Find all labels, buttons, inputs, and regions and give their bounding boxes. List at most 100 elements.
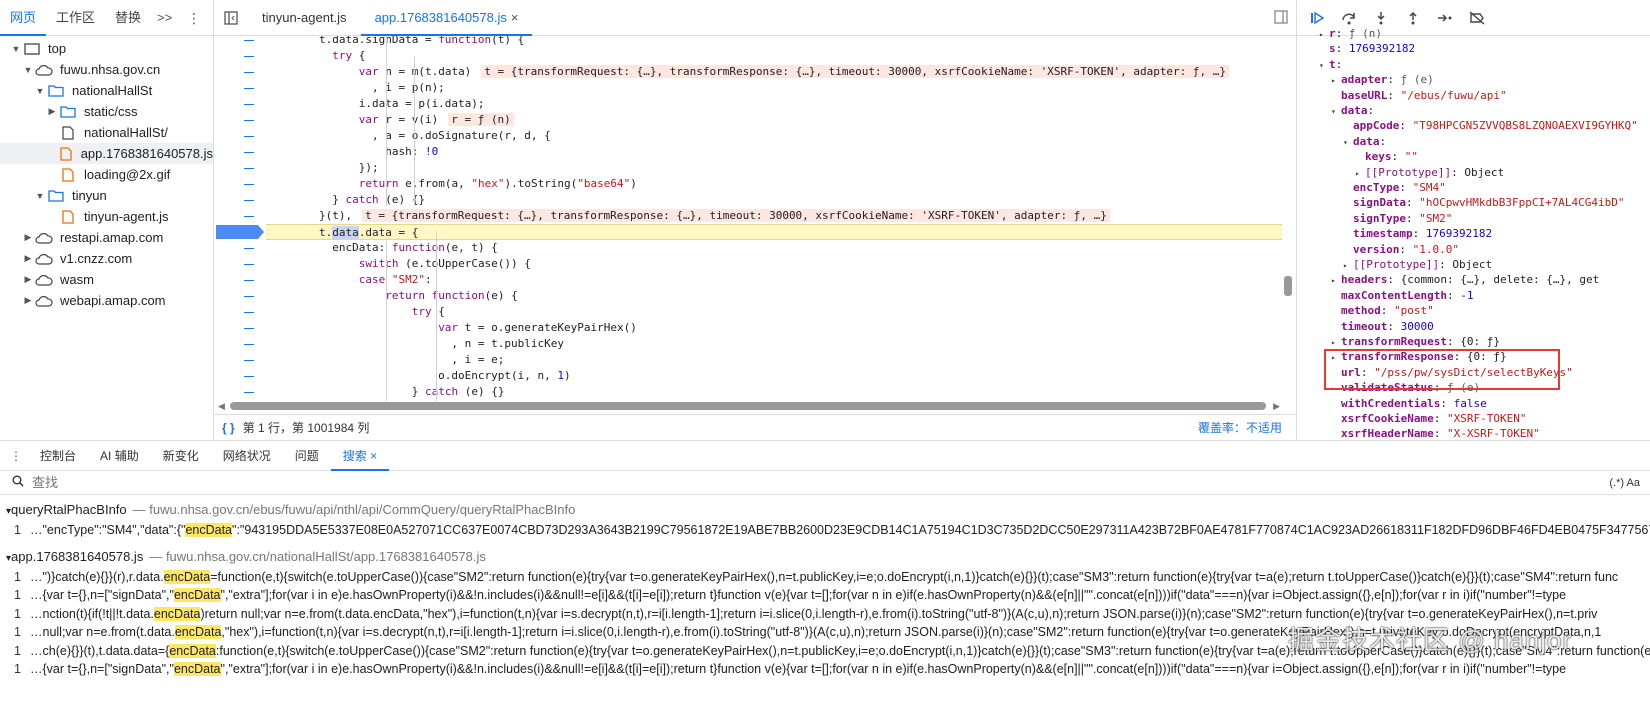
search-result-line[interactable]: 1 …{var t={},n=["signData","encData","ext… — [14, 586, 1650, 604]
search-options[interactable]: (.*) Aa — [1609, 477, 1640, 489]
line-marker — [244, 184, 254, 185]
scope-row[interactable]: signData: "hOCpwvHMkdbB3FppCI+7AL4CG4ibD… — [1343, 195, 1625, 210]
line-gutter[interactable] — [214, 36, 264, 401]
tab-workspace[interactable]: 工作区 — [46, 0, 105, 36]
code-view[interactable]: t.data.signData = function(t) { try { va… — [214, 36, 1296, 401]
expanded-arrow-icon[interactable]: ▼ — [34, 86, 46, 96]
collapsed-arrow-icon[interactable]: ▶ — [22, 232, 34, 243]
line-number: 1 — [14, 625, 21, 639]
coverage-link[interactable]: 覆盖率：不适用 — [1198, 419, 1282, 436]
tree-item-js[interactable]: tinyun-agent.js — [0, 206, 213, 227]
collapsed-arrow-icon[interactable]: ▸ — [1355, 166, 1365, 181]
sidebar-toggle-icon[interactable] — [214, 10, 248, 25]
scope-row[interactable]: timeout: 30000 — [1331, 319, 1434, 334]
scope-key: maxContentLength — [1341, 288, 1447, 302]
search-result-line[interactable]: 1 …"encType":"SM4","data":{"encData":"943… — [14, 521, 1650, 539]
tree-item-folder[interactable]: ▼ nationalHallSt — [0, 80, 213, 101]
collapsed-arrow-icon[interactable]: ▶ — [22, 274, 34, 285]
tree-item-js[interactable]: app.1768381640578.js — [0, 143, 213, 164]
tree-item-js[interactable]: loading@2x.gif — [0, 164, 213, 185]
step-out-icon[interactable] — [1405, 10, 1421, 26]
tree-item-folder[interactable]: ▼ tinyun — [0, 185, 213, 206]
kebab-menu-icon[interactable]: ⋮ — [187, 10, 201, 27]
drawer-tab[interactable]: 控制台 — [28, 441, 88, 471]
resume-icon[interactable] — [1309, 10, 1325, 26]
result-file-header[interactable]: ▾app.1768381640578.js — fuwu.nhsa.gov.cn/… — [6, 548, 486, 566]
drawer-tab[interactable]: 搜索 × — [330, 441, 390, 471]
scope-row[interactable]: s: 1769392182 — [1319, 41, 1415, 56]
scope-row[interactable]: ▸ r: ƒ (n) — [1319, 26, 1382, 41]
scope-row[interactable]: keys: "" — [1355, 149, 1418, 164]
tree-item-cloud[interactable]: ▶ v1.cnzz.com — [0, 248, 213, 269]
breakpoint-marker[interactable] — [216, 225, 264, 239]
scope-row[interactable]: method: "post" — [1331, 303, 1434, 318]
scope-row[interactable]: ▸ [[Prototype]]: Object — [1355, 165, 1504, 180]
deactivate-breakpoints-icon[interactable] — [1469, 10, 1485, 26]
expanded-arrow-icon[interactable]: ▾ — [1343, 135, 1353, 150]
scope-row[interactable]: ▸ headers: {common: {…}, delete: {…}, get — [1331, 272, 1599, 287]
expanded-arrow-icon[interactable]: ▼ — [34, 191, 46, 201]
step-icon[interactable] — [1437, 10, 1453, 26]
collapsed-arrow-icon[interactable]: ▸ — [1331, 73, 1341, 88]
scope-row[interactable]: ▸ [[Prototype]]: Object — [1343, 257, 1492, 272]
drawer-tab[interactable]: 网络状况 — [211, 441, 283, 471]
result-file-header[interactable]: ▾queryRtalPhacBInfo — fuwu.nhsa.gov.cn/eb… — [6, 501, 575, 519]
vertical-scrollbar[interactable] — [1284, 276, 1292, 296]
search-result-line[interactable]: 1 …")}catch(e){}}(r),r.data.encData=funct… — [14, 568, 1650, 586]
collapsed-arrow-icon[interactable]: ▸ — [1331, 335, 1341, 350]
tree-item-cloud[interactable]: ▶ restapi.amap.com — [0, 227, 213, 248]
scope-row[interactable]: timestamp: 1769392182 — [1343, 226, 1492, 241]
drawer-tab[interactable]: 问题 — [283, 441, 331, 471]
expanded-arrow-icon[interactable]: ▾ — [1319, 58, 1329, 73]
tree-item-file[interactable]: nationalHallSt/ — [0, 122, 213, 143]
drawer-menu-icon[interactable]: ⋮ — [10, 449, 22, 463]
scope-row[interactable]: ▸ adapter: ƒ (e) — [1331, 72, 1434, 87]
tab-overrides[interactable]: 替换 — [105, 0, 151, 36]
collapsed-arrow-icon[interactable]: ▶ — [46, 106, 58, 117]
tree-item-cloud[interactable]: ▼ fuwu.nhsa.gov.cn — [0, 59, 213, 80]
close-icon[interactable]: × — [511, 10, 519, 25]
scope-row[interactable]: version: "1.0.0" — [1343, 242, 1459, 257]
scroll-right-icon[interactable]: ▶ — [1273, 401, 1280, 412]
tab-page[interactable]: 网页 — [0, 0, 47, 36]
scope-row[interactable]: withCredentials: false — [1331, 396, 1487, 411]
drawer-tab[interactable]: 新变化 — [151, 441, 211, 471]
drawer-tab[interactable]: AI 辅助 — [88, 441, 151, 471]
search-result-line[interactable]: 1 …{var t={},n=["signData","encData","ext… — [14, 660, 1650, 678]
close-icon[interactable]: × — [367, 449, 377, 463]
split-toggle-icon[interactable] — [1274, 10, 1288, 27]
step-into-icon[interactable] — [1373, 10, 1389, 26]
collapsed-arrow-icon[interactable]: ▶ — [22, 295, 34, 306]
scope-row[interactable]: signType: "SM2" — [1343, 211, 1452, 226]
scope-row[interactable]: xsrfCookieName: "XSRF-TOKEN" — [1331, 411, 1526, 426]
collapsed-arrow-icon[interactable]: ▸ — [1343, 258, 1353, 273]
collapsed-arrow-icon[interactable]: ▸ — [1319, 27, 1329, 42]
scope-row[interactable]: ▸ transformRequest: {0: ƒ} — [1331, 334, 1500, 349]
scope-row[interactable]: xsrfHeaderName: "X-XSRF-TOKEN" — [1331, 426, 1540, 440]
scope-row[interactable]: ▾ data: — [1343, 134, 1386, 149]
scroll-left-icon[interactable]: ◀ — [218, 401, 225, 412]
pretty-print-icon[interactable]: { } — [222, 421, 235, 435]
more-tabs-button[interactable]: >> — [151, 10, 178, 25]
tab-tinyun-agent-js[interactable]: tinyun-agent.js — [248, 0, 361, 36]
tree-item-cloud[interactable]: ▶ webapi.amap.com — [0, 290, 213, 311]
tree-item-frame[interactable]: ▼ top — [0, 38, 213, 59]
tab-app-js[interactable]: app.1768381640578.js × — [360, 0, 533, 36]
scope-row[interactable]: baseURL: "/ebus/fuwu/api" — [1331, 88, 1507, 103]
scope-row[interactable]: maxContentLength: -1 — [1331, 288, 1473, 303]
scope-row[interactable]: appCode: "T98HPCGN5ZVVQBS8LZQNOAEXVI9GYH… — [1343, 118, 1638, 133]
tree-item-cloud[interactable]: ▶ wasm — [0, 269, 213, 290]
expanded-arrow-icon[interactable]: ▾ — [1331, 104, 1341, 119]
scope-row[interactable]: ▾ t: — [1319, 57, 1342, 72]
collapsed-arrow-icon[interactable]: ▸ — [1331, 273, 1341, 288]
expanded-arrow-icon[interactable]: ▼ — [22, 65, 34, 75]
code-text: case "SM2": — [358, 273, 432, 286]
expanded-arrow-icon[interactable]: ▼ — [10, 44, 22, 54]
scope-row[interactable]: encType: "SM4" — [1343, 180, 1446, 195]
search-input[interactable] — [32, 475, 432, 490]
horizontal-scrollbar[interactable] — [230, 402, 1266, 410]
collapsed-arrow-icon[interactable]: ▶ — [22, 253, 34, 264]
step-over-icon[interactable] — [1341, 10, 1357, 26]
tree-item-folder[interactable]: ▶ static/css — [0, 101, 213, 122]
scope-row[interactable]: ▾ data: — [1331, 103, 1374, 118]
